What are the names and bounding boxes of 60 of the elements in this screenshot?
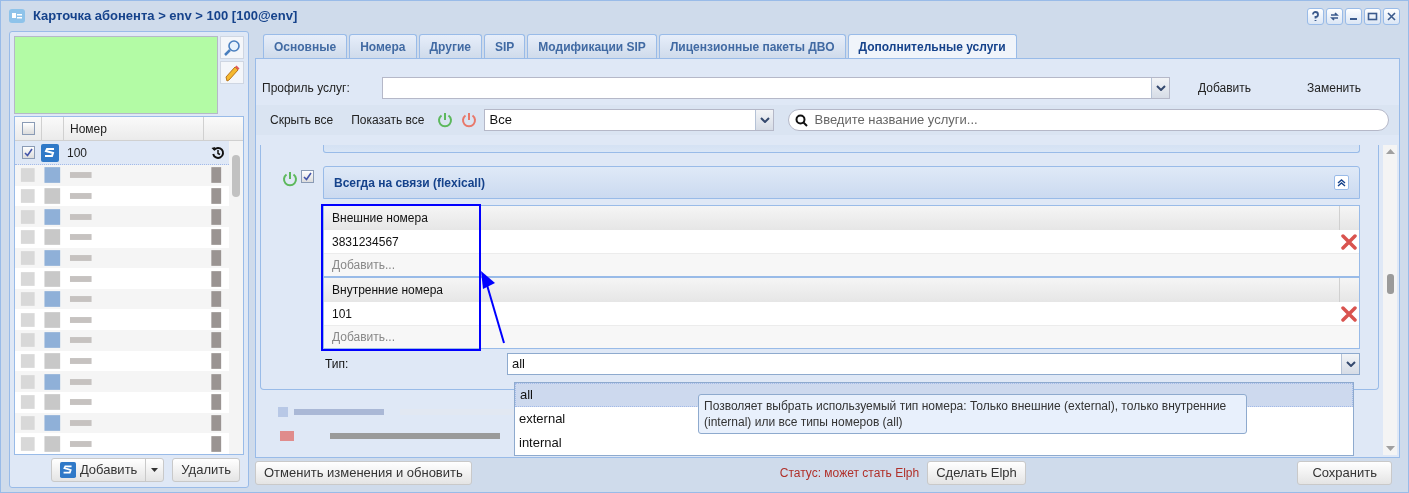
type-dropdown[interactable]: all [507,353,1360,375]
subscriber-icon [59,462,76,478]
number-cell-text: 100 [67,144,89,162]
delete-icon[interactable] [1341,305,1357,322]
show-all-button[interactable]: Показать все [345,111,431,129]
scrollbar-thumb[interactable] [1386,274,1394,294]
hide-all-button[interactable]: Скрыть все [264,111,340,129]
scroll-down-icon[interactable] [1385,446,1395,451]
maximize-icon[interactable] [1364,7,1381,25]
scrollbar[interactable] [1383,145,1397,455]
history-icon[interactable] [211,145,225,160]
dropdown-caret-icon[interactable] [755,110,774,130]
scrollbar-thumb[interactable] [232,155,240,197]
dropdown-caret-icon[interactable] [1151,78,1169,98]
tab[interactable]: Номера [349,34,417,58]
group-header: Внешние номера [331,210,429,227]
tab[interactable]: Дополнительные услуги [847,34,1017,58]
power-off-icon[interactable] [460,111,479,129]
refresh-icon[interactable] [1326,7,1343,25]
make-elph-button[interactable]: Сделать Elph [927,461,1026,485]
filter-dropdown[interactable]: Все [484,109,775,131]
replace-button[interactable]: Заменить [1299,79,1369,97]
tab[interactable]: Модификации SIP [527,34,657,58]
type-option[interactable]: internal [515,431,1353,455]
type-label: Тип: [324,356,350,373]
cancel-refresh-button[interactable]: Отменить изменения и обновить [255,461,472,485]
caret-icon[interactable] [151,468,159,472]
add-button[interactable]: Добавить [50,458,165,482]
number-value: 3831234567 [331,233,400,251]
tab[interactable]: Другие [418,34,482,58]
tooltip: Позволяет выбрать используемый тип номера: Только внешние (external), только внутренние (internal) или все типы номеров (all) [698,394,1247,434]
status-text: Статус: может стать Elph [779,465,920,482]
subscriber-icon [41,143,59,162]
delete-icon[interactable] [1341,233,1357,250]
grid-row[interactable]: 100 [15,141,229,165]
pencil-icon[interactable] [220,61,244,84]
group-header: Внутренние номера [331,282,444,299]
scroll-up-icon[interactable] [1385,149,1395,154]
tab[interactable]: SIP [484,34,526,58]
profile-label: Профиль услуг: [262,80,351,97]
collapse-icon[interactable] [1334,175,1349,190]
row-checkbox[interactable] [21,146,35,159]
tab[interactable]: Лицензионные пакеты ДВО [658,34,846,58]
dropdown-caret-icon[interactable] [1341,354,1359,374]
save-button[interactable]: Сохранить [1297,461,1392,485]
minimize-icon[interactable] [1345,7,1362,25]
close-icon[interactable] [1383,7,1400,25]
profile-add-button[interactable]: Добавить [1190,79,1260,97]
card-icon [9,9,25,23]
number-value: 101 [331,305,354,323]
search-icon[interactable] [220,36,244,59]
window-title: Карточка абонента > env > 100 [100@env] [33,7,298,26]
select-all-checkbox[interactable] [21,122,35,135]
search-icon [795,113,809,127]
delete-button[interactable]: Удалить [172,458,240,482]
help-icon[interactable] [1307,7,1324,25]
scrollbar[interactable] [229,141,243,454]
service-checkbox[interactable] [301,170,314,183]
tab[interactable]: Основные [263,34,348,58]
service-title: Всегда на связи (flexicall) [334,174,487,192]
